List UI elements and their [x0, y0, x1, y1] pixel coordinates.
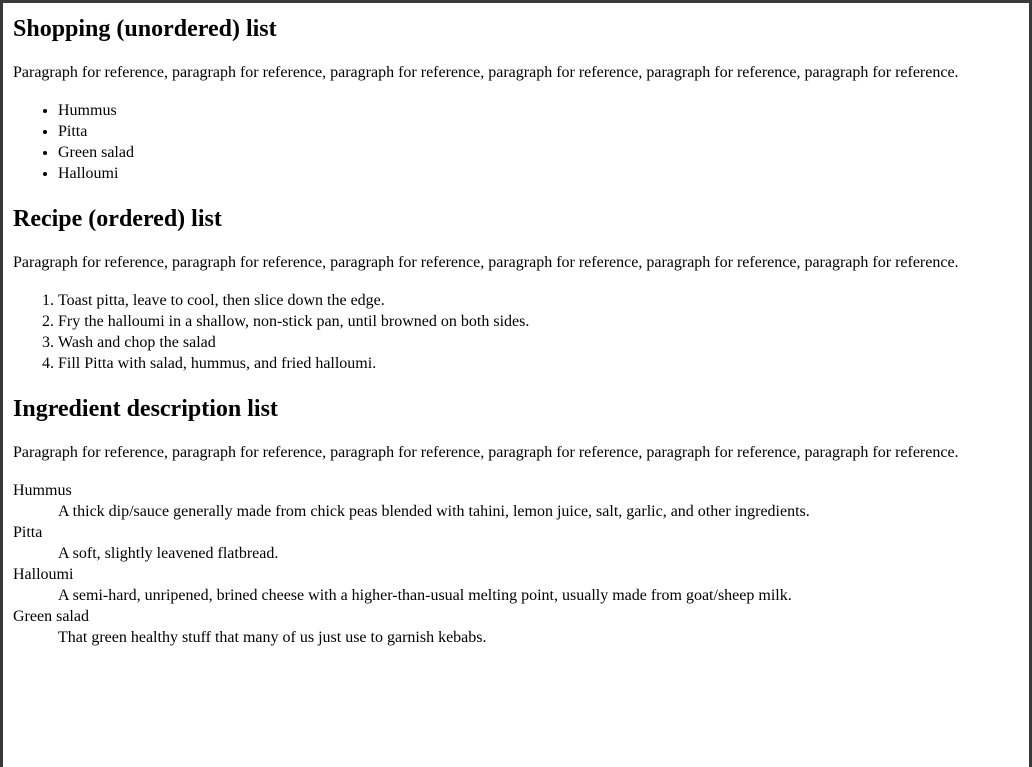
- recipe-list: Toast pitta, leave to cool, then slice d…: [13, 290, 1011, 374]
- list-item: Fry the halloumi in a shallow, non-stick…: [58, 311, 1011, 332]
- document-body: Shopping (unordered) list Paragraph for …: [3, 3, 1029, 648]
- list-item: Halloumi: [58, 163, 1011, 184]
- shopping-list: Hummus Pitta Green salad Halloumi: [13, 100, 1011, 184]
- description-detail: A soft, slightly leavened flatbread.: [58, 545, 279, 562]
- ingredient-list-paragraph: Paragraph for reference, paragraph for r…: [13, 444, 959, 461]
- list-item: Hummus: [58, 100, 1011, 121]
- shopping-list-heading: Shopping (unordered) list: [13, 16, 277, 42]
- description-detail: A semi-hard, unripened, brined cheese wi…: [58, 587, 792, 604]
- list-item: Pitta: [58, 121, 1011, 142]
- shopping-list-paragraph: Paragraph for reference, paragraph for r…: [13, 64, 959, 81]
- description-term: Halloumi: [13, 566, 74, 583]
- recipe-list-paragraph: Paragraph for reference, paragraph for r…: [13, 254, 959, 271]
- description-term: Pitta: [13, 524, 43, 541]
- list-item: Toast pitta, leave to cool, then slice d…: [58, 290, 1011, 311]
- description-detail: That green healthy stuff that many of us…: [58, 629, 487, 646]
- description-detail: A thick dip/sauce generally made from ch…: [58, 503, 810, 520]
- description-term: Hummus: [13, 482, 72, 499]
- list-item: Fill Pitta with salad, hummus, and fried…: [58, 353, 1011, 374]
- list-item: Wash and chop the salad: [58, 332, 1011, 353]
- ingredient-list-heading: Ingredient description list: [13, 396, 278, 422]
- description-term: Green salad: [13, 608, 89, 625]
- recipe-list-heading: Recipe (ordered) list: [13, 206, 222, 232]
- ingredient-description-list: Hummus A thick dip/sauce generally made …: [13, 480, 1011, 648]
- list-item: Green salad: [58, 142, 1011, 163]
